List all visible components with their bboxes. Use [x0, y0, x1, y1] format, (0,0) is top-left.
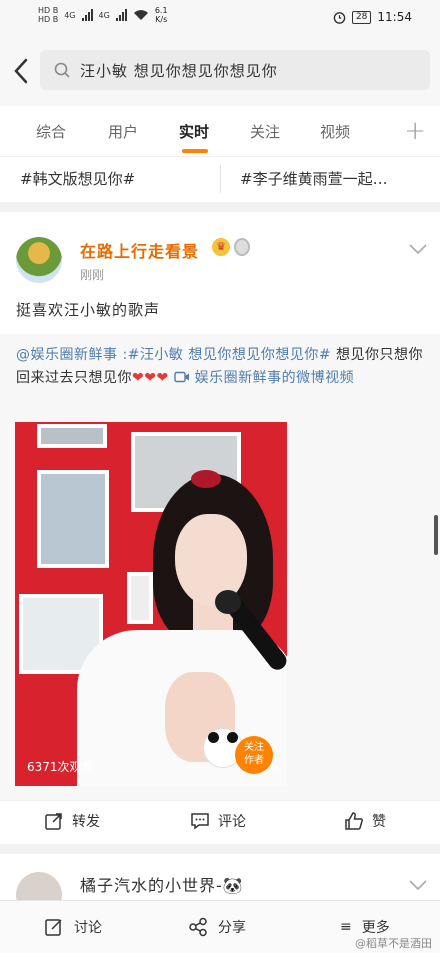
- hashtag-divider: [220, 165, 221, 193]
- bottom-bar: 讨论 分享 ≡ 更多 @稻草不是酒田: [0, 900, 440, 953]
- hashtag-strip: #韩文版想见你# #李子维黄雨萱一起…: [0, 156, 440, 202]
- microphone-head: [215, 590, 241, 614]
- wifi-icon: [133, 10, 148, 20]
- sim2-label: HD B: [38, 15, 59, 24]
- tab-realtime[interactable]: 实时: [179, 121, 209, 142]
- video-icon: [173, 371, 189, 383]
- author-name[interactable]: 在路上行走看景: [80, 238, 199, 262]
- speed-value: 6.1: [154, 6, 168, 15]
- medal-badge-icon: [234, 238, 250, 256]
- clock: 11:54: [377, 10, 412, 24]
- post-text: 挺喜欢汪小敏的歌声: [16, 301, 161, 319]
- signal-icon: [81, 9, 93, 21]
- photo-frame: [37, 470, 109, 568]
- photo-frame: [37, 424, 107, 448]
- chevron-down-icon[interactable]: [408, 242, 428, 256]
- alarm-icon: [333, 11, 346, 24]
- follow-suffix: .6: [267, 758, 279, 772]
- video-link[interactable]: 娱乐圈新鲜事的微博视频: [173, 370, 355, 386]
- like-label: 赞: [372, 814, 386, 830]
- net-speed: 6.1 K/s: [155, 6, 168, 24]
- sim1-label: HD B: [38, 6, 59, 15]
- net1-label: 4G: [64, 10, 76, 20]
- search-input[interactable]: 汪小敏 想见你想见你想见你: [40, 50, 430, 90]
- repost-block[interactable]: @娱乐圈新鲜事 :#汪小敏 想见你想见你想见你# 想见你只想你回来过去只想见你❤…: [0, 334, 440, 844]
- search-query: 汪小敏 想见你想见你想见你: [80, 61, 278, 80]
- repost-label: 转发: [72, 814, 100, 830]
- discuss-label: 讨论: [74, 920, 102, 936]
- comment-button[interactable]: 评论: [190, 811, 246, 831]
- post-card: 在路上行走看景 ♛ 刚刚 挺喜欢汪小敏的歌声 @娱乐圈新鲜事 :#汪小敏 想见你…: [0, 212, 440, 844]
- repost-icon: [45, 813, 62, 830]
- scrollbar[interactable]: [434, 515, 438, 555]
- repost-button[interactable]: 转发: [44, 811, 100, 831]
- crown-badge-icon: ♛: [212, 238, 230, 256]
- back-arrow-icon[interactable]: [10, 56, 34, 86]
- comment-label: 评论: [218, 814, 246, 830]
- chevron-down-icon[interactable]: [408, 878, 428, 892]
- mention-link[interactable]: @娱乐圈新鲜事: [16, 347, 118, 363]
- status-bar: HD B HD B 4G 4G 6.1 K/s 28 11:54: [0, 0, 440, 36]
- view-count: 6371次观看: [27, 760, 94, 774]
- net2-label: 4G: [98, 10, 110, 20]
- more-button[interactable]: ≡ 更多: [340, 917, 390, 937]
- signal-icon-2: [115, 9, 127, 21]
- topic-link[interactable]: #汪小敏 想见你想见你想见你#: [128, 347, 331, 363]
- status-left: HD B HD B 4G 4G 6.1 K/s: [38, 6, 168, 24]
- author-name[interactable]: 橘子汽水的小世界-🐼: [80, 872, 244, 896]
- tab-users[interactable]: 用户: [108, 121, 138, 142]
- thumbs-up-icon: [345, 812, 363, 830]
- add-tab-plus-icon[interactable]: +: [404, 116, 426, 146]
- photo-frame: [127, 572, 153, 624]
- avatar[interactable]: [16, 237, 62, 283]
- post-actions: 转发 评论 赞: [0, 800, 440, 844]
- search-header: 汪小敏 想见你想见你想见你: [0, 36, 440, 106]
- singer-scrunchie: [191, 470, 221, 488]
- share-label: 分享: [218, 920, 246, 936]
- status-right: 28 11:54: [333, 10, 412, 24]
- active-tab-indicator: [182, 149, 208, 153]
- hashtag-item[interactable]: #韩文版想见你#: [20, 168, 210, 189]
- sim-indicators: HD B HD B: [38, 6, 58, 24]
- hashtag-item[interactable]: #李子维黄雨萱一起…: [240, 168, 430, 189]
- share-icon: [189, 917, 207, 937]
- battery-indicator: 28: [351, 10, 372, 24]
- edit-icon: [45, 919, 62, 936]
- menu-icon: ≡: [340, 919, 352, 935]
- video-player[interactable]: 6371次观看 关注 作者 .6: [15, 422, 287, 786]
- result-tabs: 综合 用户 实时 关注 视频 +: [0, 106, 440, 156]
- tab-following[interactable]: 关注: [250, 121, 280, 142]
- tab-video[interactable]: 视频: [320, 121, 350, 142]
- discuss-button[interactable]: 讨论: [44, 917, 102, 937]
- repost-separator: :: [117, 347, 128, 363]
- follow-line1: 关注: [244, 742, 264, 753]
- like-button[interactable]: 赞: [344, 811, 386, 831]
- tab-comprehensive[interactable]: 综合: [36, 121, 66, 142]
- speed-unit: K/s: [155, 15, 168, 24]
- post-time: 刚刚: [80, 268, 105, 282]
- video-link-label: 娱乐圈新鲜事的微博视频: [189, 370, 355, 386]
- share-button[interactable]: 分享: [188, 917, 246, 937]
- more-label: 更多: [361, 920, 390, 936]
- search-icon: [54, 62, 70, 78]
- comment-icon: [191, 813, 209, 830]
- hearts-emoji: ❤❤❤: [132, 370, 169, 386]
- repost-text: @娱乐圈新鲜事 :#汪小敏 想见你想见你想见你# 想见你只想你回来过去只想见你❤…: [16, 344, 426, 390]
- watermark: @稻草不是酒田: [355, 937, 432, 950]
